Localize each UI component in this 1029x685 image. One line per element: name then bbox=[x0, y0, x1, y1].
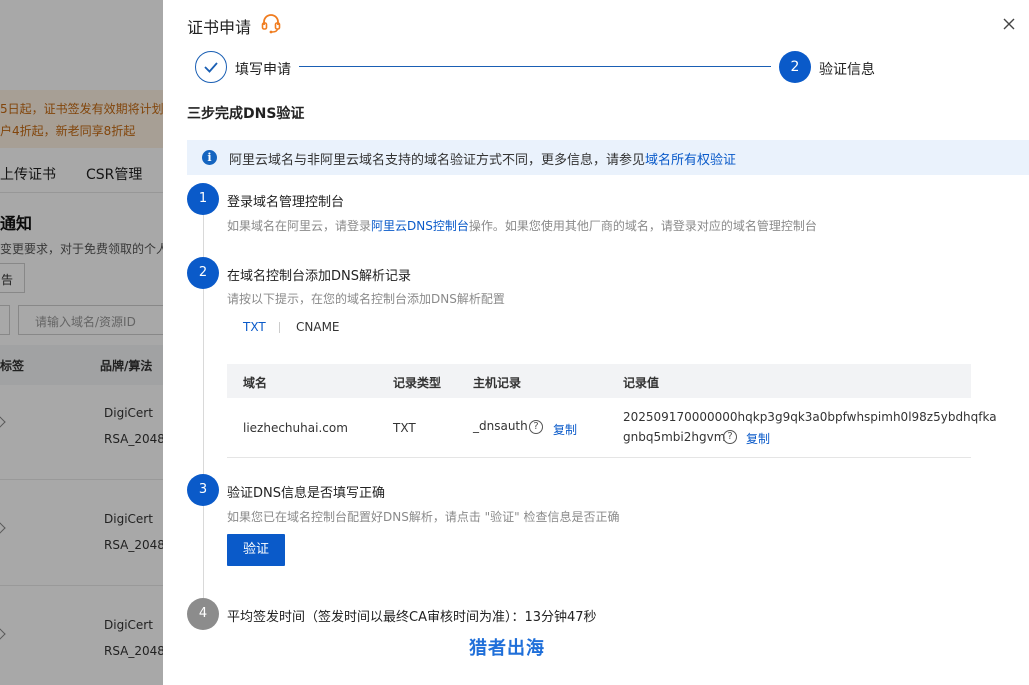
step-1-title: 登录域名管理控制台 bbox=[227, 195, 345, 210]
step-number-4: 4 bbox=[187, 598, 219, 630]
section-title: 三步完成DNS验证 bbox=[187, 106, 305, 122]
dns-console-link[interactable]: 阿里云DNS控制台 bbox=[371, 219, 469, 233]
info-icon: i bbox=[202, 150, 217, 165]
verify-button[interactable]: 验证 bbox=[227, 534, 285, 566]
step-number-1: 1 bbox=[187, 183, 219, 215]
step-3-title: 验证DNS信息是否填写正确 bbox=[227, 486, 385, 501]
tab-divider bbox=[279, 322, 280, 333]
copy-host-button[interactable]: 复制 bbox=[553, 421, 577, 438]
headset-icon[interactable] bbox=[260, 12, 282, 34]
step-1-desc-after: 操作。如果您使用其他厂商的域名，请登录对应的域名管理控制台 bbox=[468, 219, 817, 233]
step-3-desc: 如果您已在域名控制台配置好DNS解析，请点击 "验证" 检查信息是否正确 bbox=[227, 510, 620, 524]
step-2-label: 验证信息 bbox=[819, 62, 875, 78]
record-value-line-2: gnbq5mbi2hgvm bbox=[623, 430, 726, 444]
step-2-number: 2 bbox=[779, 51, 811, 83]
host-help-icon[interactable]: ? bbox=[529, 420, 543, 434]
step-2-title: 在域名控制台添加DNS解析记录 bbox=[227, 269, 411, 284]
tab-cname[interactable]: CNAME bbox=[296, 320, 340, 334]
info-alert: i 阿里云域名与非阿里云域名支持的域名验证方式不同，更多信息，请参见域名所有权验… bbox=[187, 140, 1029, 175]
copy-value-button[interactable]: 复制 bbox=[746, 430, 770, 447]
watermark-logo: 猎者出海 bbox=[469, 638, 545, 659]
domain-value: liezhechuhai.com bbox=[243, 421, 348, 435]
step-4-title: 平均签发时间（签发时间以最终CA审核时间为准）：13分钟47秒 bbox=[227, 610, 597, 625]
step-number-3: 3 bbox=[187, 474, 219, 506]
info-text: 阿里云域名与非阿里云域名支持的域名验证方式不同，更多信息，请参见域名所有权验证 bbox=[229, 149, 736, 168]
step-1-desc: 如果域名在阿里云，请登录阿里云DNS控制台操作。如果您使用其他厂商的域名，请登录… bbox=[227, 217, 817, 234]
drawer-title: 证书申请 bbox=[187, 18, 252, 37]
table-header: 域名 记录类型 主机记录 记录值 bbox=[227, 364, 971, 398]
step-1-label: 填写申请 bbox=[235, 62, 291, 78]
dns-record-table: 域名 记录类型 主机记录 记录值 liezhechuhai.com TXT _d… bbox=[227, 364, 997, 458]
tab-txt[interactable]: TXT bbox=[243, 320, 266, 334]
step-2-desc: 请按以下提示，在您的域名控制台添加DNS解析配置 bbox=[227, 292, 505, 306]
host-record-value: _dnsauth bbox=[473, 419, 528, 433]
close-icon[interactable] bbox=[1001, 16, 1017, 32]
column-record-value: 记录值 bbox=[623, 376, 660, 390]
step-1-desc-before: 如果域名在阿里云，请登录 bbox=[227, 219, 372, 233]
table-row: liezhechuhai.com TXT _dnsauth ? 复制 20250… bbox=[227, 398, 997, 458]
check-icon bbox=[204, 62, 218, 73]
step-indicator: 填写申请 2 验证信息 bbox=[195, 51, 875, 83]
step-1-complete bbox=[195, 51, 227, 83]
record-type-value: TXT bbox=[393, 421, 416, 435]
info-message: 阿里云域名与非阿里云域名支持的域名验证方式不同，更多信息，请参见 bbox=[229, 153, 646, 168]
column-host-record: 主机记录 bbox=[473, 376, 522, 390]
domain-ownership-link[interactable]: 域名所有权验证 bbox=[645, 153, 736, 168]
step-connector bbox=[299, 66, 771, 67]
certificate-apply-drawer: 证书申请 填写申请 2 验证信息 三步完成DNS验证 i 阿里云域名与非阿里云域… bbox=[163, 0, 1029, 685]
step-number-2: 2 bbox=[187, 257, 219, 289]
record-value-line-1: 202509170000000hqkp3g9qk3a0bpfwhspimh0l9… bbox=[623, 410, 997, 424]
value-help-icon[interactable]: ? bbox=[723, 430, 737, 444]
column-record-type: 记录类型 bbox=[393, 376, 442, 390]
column-domain: 域名 bbox=[243, 376, 268, 390]
